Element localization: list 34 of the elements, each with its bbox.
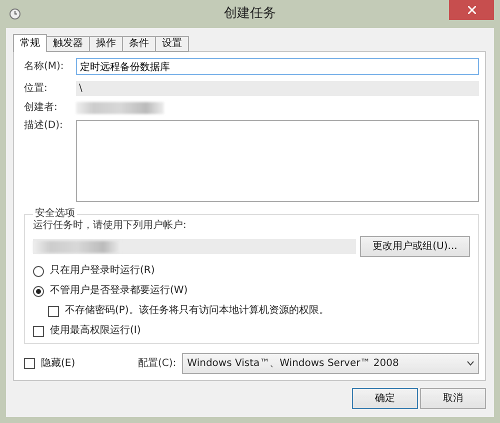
- checkbox-option[interactable]: 隐藏(E): [24, 358, 114, 370]
- field-label: 名称(M):: [24, 60, 65, 72]
- field-label: 位置:: [24, 82, 48, 94]
- checkbox-option[interactable]: 使用最高权限运行(I): [33, 325, 470, 337]
- close-button[interactable]: [449, 0, 494, 20]
- change-user-button[interactable]: 更改用户或组(U)...: [360, 236, 470, 257]
- radio-button[interactable]: [33, 266, 44, 276]
- run-as-label: 运行任务时，请使用下列用户帐户:: [33, 220, 188, 232]
- field-label: 创建者:: [24, 102, 58, 114]
- description-field[interactable]: [76, 120, 479, 202]
- dialog-button[interactable]: 确定: [352, 388, 418, 409]
- tab[interactable]: 常规: [13, 34, 47, 52]
- config-dropdown[interactable]: Windows Vista™、Windows Server™ 2008: [182, 353, 479, 374]
- tab[interactable]: 条件: [122, 36, 156, 52]
- field-label: 描述(D):: [24, 120, 64, 132]
- checkbox[interactable]: [24, 358, 35, 369]
- tab[interactable]: 触发器: [46, 36, 90, 52]
- dialog-button[interactable]: 取消: [420, 388, 486, 409]
- checkbox-option[interactable]: 不存储密码(P)。该任务将只有访问本地计算机资源的权限。: [48, 305, 470, 317]
- config-label: 配置(C):: [138, 358, 176, 370]
- name-field[interactable]: 定时远程备份数据库: [76, 58, 479, 75]
- tab[interactable]: 操作: [89, 36, 123, 52]
- close-icon: [468, 6, 476, 14]
- checkbox[interactable]: [48, 306, 59, 316]
- radio-button[interactable]: [33, 286, 44, 296]
- tab[interactable]: 设置: [155, 36, 189, 52]
- checkbox[interactable]: [33, 326, 44, 336]
- radio-option[interactable]: 只在用户登录时运行(R): [33, 265, 470, 277]
- radio-option[interactable]: 不管用户是否登录都要运行(W): [33, 285, 470, 297]
- chevron-down-icon: [467, 361, 474, 366]
- location-field: \: [76, 81, 479, 96]
- group-title: 安全选项: [34, 208, 76, 220]
- clock-icon: [9, 8, 21, 20]
- window-title: 创建任务: [223, 6, 277, 22]
